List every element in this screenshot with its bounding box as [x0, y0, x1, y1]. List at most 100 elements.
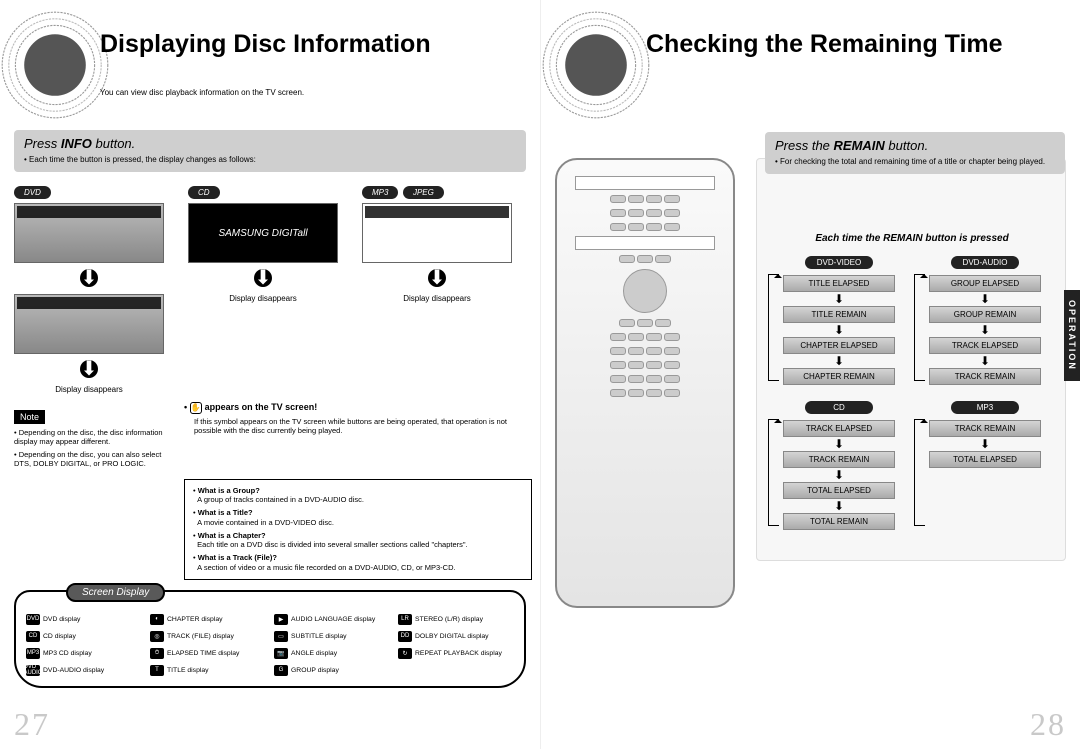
sd-item: ◎TRACK (FILE) display	[150, 631, 266, 642]
disc-decoration-icon	[0, 10, 110, 120]
note-text: • Depending on the disc, you can also se…	[14, 450, 174, 469]
down-arrow-icon: ⬇	[929, 356, 1041, 366]
hand-icon: ✋	[190, 402, 202, 414]
down-arrow-icon: ⬇	[80, 269, 98, 287]
sd-item: DVD AUDIODVD-AUDIO display	[26, 665, 142, 676]
sd-label: CHAPTER display	[167, 616, 223, 623]
appears-heading: • ✋appears on the TV screen!	[184, 402, 526, 414]
page-title: Checking the Remaining Time	[646, 30, 1003, 59]
note-tag: Note	[14, 410, 45, 424]
display-disappears-label: Display disappears	[14, 385, 164, 394]
sd-label: MP3 CD display	[43, 650, 92, 657]
sd-item: 📷ANGLE display	[274, 648, 390, 659]
sd-glyph-icon: ⏱	[150, 648, 164, 659]
sd-item: TTITLE display	[150, 665, 266, 676]
sd-label: AUDIO LANGUAGE display	[291, 616, 375, 623]
osd-thumb-dvd2	[14, 294, 164, 354]
page-number: 27	[14, 706, 50, 743]
page-left: Displaying Disc Information You can view…	[0, 0, 540, 749]
remote-illustration	[555, 158, 735, 608]
down-arrow-icon: ⬇	[929, 325, 1041, 335]
band-subtext: • Each time the button is pressed, the d…	[24, 155, 516, 164]
def-item: • What is a Group? A group of tracks con…	[193, 486, 523, 506]
osd-thumb-mp3	[362, 203, 512, 263]
flow-step: TRACK REMAIN	[783, 451, 895, 468]
osd-previews: DVD ⬇ ⬇ Display disappears CD SAMSUNG DI…	[14, 182, 526, 394]
flow-head: DVD-VIDEO	[805, 256, 872, 269]
down-arrow-icon: ⬇	[929, 439, 1041, 449]
display-disappears-label: Display disappears	[188, 294, 338, 303]
down-arrow-icon: ⬇	[783, 501, 895, 511]
sd-label: CD display	[43, 633, 76, 640]
sd-glyph-icon: T	[150, 665, 164, 676]
disc-decoration-icon	[541, 10, 651, 120]
sd-glyph-icon: G	[274, 665, 288, 676]
page-title: Displaying Disc Information	[100, 30, 431, 59]
flow-step: TOTAL ELAPSED	[929, 451, 1041, 468]
down-arrow-icon: ⬇	[428, 269, 446, 287]
sd-item: DDDOLBY DIGITAL display	[398, 631, 514, 642]
screen-display-pill: Screen Display	[66, 583, 165, 602]
flow-step: TOTAL ELAPSED	[783, 482, 895, 499]
def-item: • What is a Track (File)? A section of v…	[193, 553, 523, 573]
sd-glyph-icon: CD	[26, 631, 40, 642]
content-panel: Press the REMAIN button. • For checking …	[756, 158, 1066, 561]
flow-column: CDTRACK ELAPSED⬇TRACK REMAIN⬇TOTAL ELAPS…	[783, 401, 895, 532]
sd-glyph-icon: DVD AUDIO	[26, 665, 40, 676]
instruction-band: Press INFO button. • Each time the butto…	[14, 130, 526, 172]
sd-item: LRSTEREO (L/R) display	[398, 614, 514, 625]
sd-glyph-icon: LR	[398, 614, 412, 625]
sd-label: DOLBY DIGITAL display	[415, 633, 489, 640]
flow-step: TRACK REMAIN	[929, 420, 1041, 437]
flow-step: GROUP REMAIN	[929, 306, 1041, 323]
note-text: • Depending on the disc, the disc inform…	[14, 428, 174, 447]
page-subtitle: You can view disc playback information o…	[100, 88, 304, 97]
down-arrow-icon: ⬇	[254, 269, 272, 287]
sd-label: ELAPSED TIME display	[167, 650, 239, 657]
flow-step: TITLE REMAIN	[783, 306, 895, 323]
sd-glyph-icon: ▶	[274, 614, 288, 625]
band-title: Press INFO button.	[24, 136, 516, 151]
flow-head: CD	[805, 401, 872, 414]
sd-glyph-icon: ▭	[274, 631, 288, 642]
sd-label: ANGLE display	[291, 650, 337, 657]
osd-thumb-cd: SAMSUNG DIGITall	[188, 203, 338, 263]
sd-glyph-icon: ↻	[398, 648, 412, 659]
page-right: Checking the Remaining Time Press the RE…	[540, 0, 1080, 749]
band-title: Press the REMAIN button.	[775, 138, 1055, 153]
flow-step: CHAPTER ELAPSED	[783, 337, 895, 354]
sd-item: ◐CHAPTER display	[150, 614, 266, 625]
instruction-band: Press the REMAIN button. • For checking …	[765, 132, 1065, 174]
def-item: • What is a Chapter? Each title on a DVD…	[193, 531, 523, 551]
badge-mp3: MP3	[362, 186, 398, 199]
screen-display-box: Screen Display DVDDVD display◐CHAPTER di…	[14, 590, 526, 688]
sd-item: ↻REPEAT PLAYBACK display	[398, 648, 514, 659]
osd-thumb-dvd	[14, 203, 164, 263]
down-arrow-icon: ⬇	[783, 325, 895, 335]
down-arrow-icon: ⬇	[783, 294, 895, 304]
appears-text: If this symbol appears on the TV screen …	[194, 417, 526, 436]
display-disappears-label: Display disappears	[362, 294, 512, 303]
sd-glyph-icon: ◎	[150, 631, 164, 642]
flow-step: GROUP ELAPSED	[929, 275, 1041, 292]
sd-label: TRACK (FILE) display	[167, 633, 234, 640]
sd-item: CDCD display	[26, 631, 142, 642]
sd-glyph-icon: 📷	[274, 648, 288, 659]
sd-item: MP3MP3 CD display	[26, 648, 142, 659]
badge-dvd: DVD	[14, 186, 51, 199]
flow-step: TRACK ELAPSED	[929, 337, 1041, 354]
flow-head: MP3	[951, 401, 1018, 414]
flow-step: TRACK REMAIN	[929, 368, 1041, 385]
flow-column: DVD-VIDEOTITLE ELAPSED⬇TITLE REMAIN⬇CHAP…	[783, 256, 895, 387]
sd-item: DVDDVD display	[26, 614, 142, 625]
sd-glyph-icon: DVD	[26, 614, 40, 625]
flow-step: CHAPTER REMAIN	[783, 368, 895, 385]
sd-glyph-icon: ◐	[150, 614, 164, 625]
flow-column: MP3 TRACK REMAIN ⬇ TOTAL ELAPSED	[929, 401, 1041, 532]
sd-item: ▶AUDIO LANGUAGE display	[274, 614, 390, 625]
down-arrow-icon: ⬇	[783, 439, 895, 449]
operation-tab: OPERATION	[1064, 290, 1080, 381]
sd-label: DVD display	[43, 616, 80, 623]
flow-column: DVD-AUDIOGROUP ELAPSED⬇GROUP REMAIN⬇TRAC…	[929, 256, 1041, 387]
flow-step: TOTAL REMAIN	[783, 513, 895, 530]
